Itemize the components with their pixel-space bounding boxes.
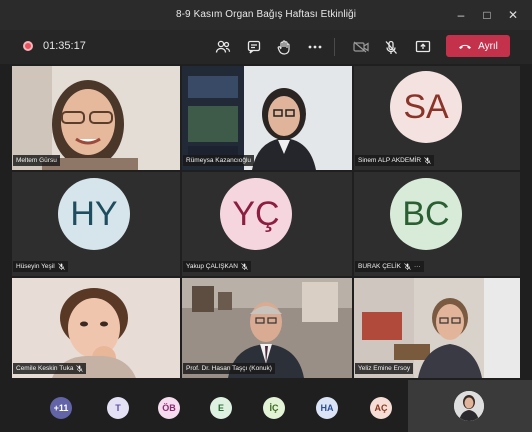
participant-tile[interactable]: Prof. Dr. Hasan Taşçı (Konuk) — [182, 278, 352, 378]
participant-bubble[interactable]: ÖB — [158, 397, 180, 419]
participant-name-label: Hüseyin Yeşil — [13, 261, 68, 272]
participant-name-label: Prof. Dr. Hasan Taşçı (Konuk) — [183, 363, 275, 374]
participant-bubble[interactable]: HA — [316, 397, 338, 419]
title-bar: 8-9 Kasım Organ Bağış Haftası Etkinliği … — [0, 0, 532, 30]
participant-bubble[interactable]: AÇ — [370, 397, 392, 419]
participant-bubble[interactable]: T — [107, 397, 129, 419]
raise-hand-icon[interactable] — [273, 37, 295, 57]
participant-avatar: BC — [390, 178, 462, 250]
participant-name-label: Meltem Gürsu — [13, 155, 60, 166]
participant-tile[interactable]: Meltem Gürsu — [12, 66, 180, 170]
meeting-timer: 01:35:17 — [43, 40, 86, 52]
mic-off-icon[interactable] — [380, 37, 402, 57]
minimize-button[interactable]: – — [452, 6, 470, 24]
participant-avatar: YÇ — [220, 178, 292, 250]
mic-muted-icon — [76, 365, 84, 372]
participant-avatar: HY — [58, 178, 130, 250]
mic-muted-icon — [404, 263, 411, 270]
participant-name-label: Yakup ÇALIŞKAN — [183, 261, 251, 272]
leave-label: Ayrıl — [478, 40, 498, 52]
leave-button[interactable]: Ayrıl — [446, 35, 510, 57]
participant-avatar: SA — [390, 71, 462, 143]
participant-tile[interactable]: YÇ Yakup ÇALIŞKAN — [182, 172, 352, 276]
recording-indicator-icon — [23, 41, 33, 51]
participant-name-label: Sinem ALP AKDEMİR — [355, 155, 435, 166]
participant-grid: Meltem Gürsu Rümeysa Kazancıoğlu SA Sine… — [12, 66, 520, 378]
toolbar-divider — [334, 38, 335, 56]
participant-name-label: BURAK ÇELİK ··· — [355, 261, 424, 272]
close-button[interactable]: ✕ — [504, 6, 522, 24]
participant-tile[interactable]: Rümeysa Kazancıoğlu — [182, 66, 352, 170]
participant-tile[interactable]: SA Sinem ALP AKDEMİR — [354, 66, 520, 170]
mic-muted-icon — [424, 157, 431, 164]
chat-icon[interactable] — [243, 37, 265, 57]
more-options-icon[interactable] — [304, 37, 326, 57]
participant-bubble[interactable]: E — [210, 397, 232, 419]
teams-meeting-window: 8-9 Kasım Organ Bağış Haftası Etkinliği … — [0, 0, 532, 432]
mic-muted-icon — [241, 263, 248, 270]
more-participants-count[interactable]: +11 — [50, 397, 72, 419]
participant-tile[interactable]: Cemile Keskin Tuka — [12, 278, 180, 378]
tile-more-options[interactable]: ··· — [414, 263, 421, 270]
participants-icon[interactable] — [212, 37, 234, 57]
self-avatar — [454, 391, 484, 421]
participant-name-label: Cemile Keskin Tuka — [13, 363, 87, 374]
participant-name-label: Rümeysa Kazancıoğlu — [183, 155, 255, 166]
mic-muted-icon — [57, 263, 65, 270]
participant-tile[interactable]: BC BURAK ÇELİK ··· — [354, 172, 520, 276]
maximize-button[interactable]: □ — [478, 6, 496, 24]
share-screen-icon[interactable] — [412, 37, 434, 57]
camera-off-icon[interactable] — [350, 37, 372, 57]
participant-tile[interactable]: Yeliz Emine Ersoy — [354, 278, 520, 378]
phone-hangup-icon — [459, 44, 472, 49]
participant-tile[interactable]: HY Hüseyin Yeşil — [12, 172, 180, 276]
participant-bubble[interactable]: İÇ — [263, 397, 285, 419]
participant-name-label: Yeliz Emine Ersoy — [355, 363, 414, 374]
